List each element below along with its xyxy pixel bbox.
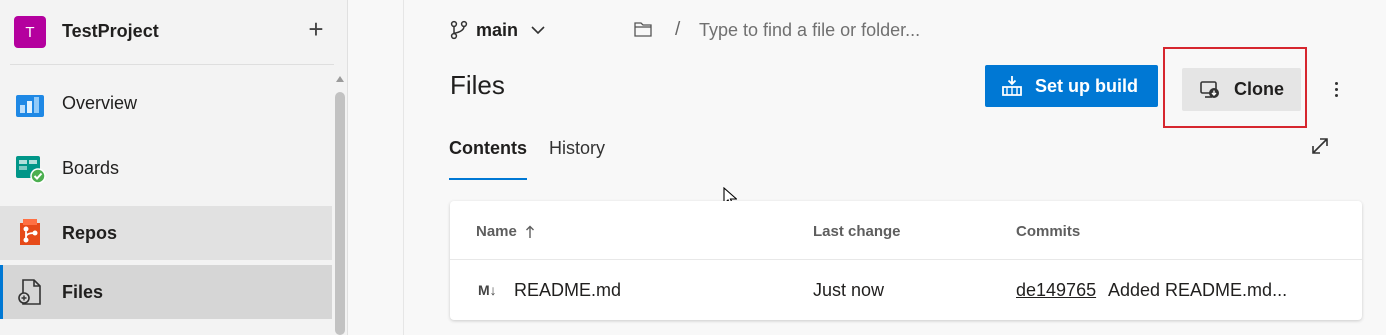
sidebar-scrollbar[interactable] <box>335 92 345 335</box>
sidebar-item-files[interactable]: Files <box>0 265 332 319</box>
commit-hash-link[interactable]: de149765 <box>1016 280 1096 301</box>
sidebar-item-overview[interactable]: Overview <box>0 76 332 130</box>
add-button[interactable]: + <box>304 16 328 44</box>
sort-ascending-icon <box>525 225 534 238</box>
sidebar-item-boards[interactable]: Boards <box>0 141 332 195</box>
chevron-down-icon <box>531 26 545 35</box>
column-header-name[interactable]: Name <box>476 223 535 240</box>
sidebar-item-label: Overview <box>62 92 138 113</box>
sidebar-divider <box>10 64 334 65</box>
set-up-build-button[interactable]: Set up build <box>985 65 1158 107</box>
overview-icon <box>16 95 44 117</box>
branch-name: main <box>476 19 519 40</box>
column-header-commits[interactable]: Commits <box>1016 223 1080 240</box>
branch-selector[interactable]: main <box>450 18 546 42</box>
tab-contents[interactable]: Contents <box>449 138 527 180</box>
column-header-last-change[interactable]: Last change <box>813 223 901 240</box>
file-name-link[interactable]: README.md <box>514 280 621 301</box>
expand-icon[interactable] <box>1310 136 1330 156</box>
set-up-build-label: Set up build <box>1035 75 1138 96</box>
path-separator: / <box>675 19 681 40</box>
header-divider <box>450 259 1362 260</box>
branch-icon <box>450 20 468 40</box>
more-actions-icon[interactable] <box>1329 76 1343 102</box>
clone-icon <box>1200 80 1219 98</box>
sidebar-item-repos[interactable]: Repos <box>0 206 332 260</box>
build-icon <box>1002 76 1022 96</box>
folder-icon[interactable] <box>634 21 652 37</box>
main-content: main / Files Set up build Clone Contents… <box>405 0 1386 335</box>
files-icon <box>18 279 41 305</box>
gap-column <box>349 0 404 335</box>
clone-label: Clone <box>1234 79 1285 99</box>
project-header: T TestProject + <box>0 0 348 64</box>
page-title: Files <box>450 70 505 100</box>
clone-button[interactable]: Clone <box>1182 68 1301 111</box>
sidebar-item-label: Repos <box>62 222 118 243</box>
last-change-value: Just now <box>813 280 885 300</box>
markdown-file-icon: M↓ <box>478 282 497 298</box>
project-avatar[interactable]: T <box>14 16 46 48</box>
project-name[interactable]: TestProject <box>62 21 159 42</box>
tab-history[interactable]: History <box>549 138 605 180</box>
repos-icon <box>20 219 40 245</box>
file-search-input[interactable] <box>699 14 1039 46</box>
sidebar-item-label: Files <box>62 281 104 302</box>
sidebar-item-label: Boards <box>62 157 120 178</box>
sidebar: T TestProject + Overview Boards Repos Fi… <box>0 0 348 335</box>
boards-icon <box>16 156 46 184</box>
files-table: Name Last change Commits M↓ README.md Ju… <box>450 201 1362 320</box>
commit-message: Added README.md... <box>1108 280 1288 300</box>
scroll-up-icon[interactable] <box>336 76 344 82</box>
